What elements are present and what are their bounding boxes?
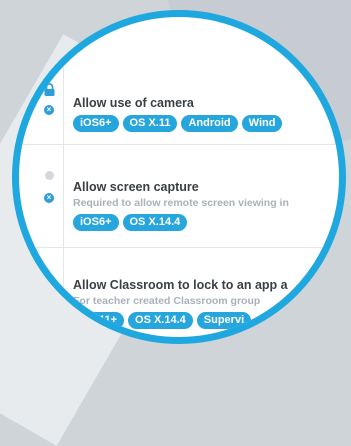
lock-icon — [44, 83, 55, 101]
platform-tags: iOS6+ OS X.14.4 — [73, 214, 289, 231]
restriction-title: Allow use of camera — [73, 96, 194, 110]
platform-tag: Wind — [241, 115, 283, 132]
platform-tag: iOS6+ — [73, 115, 119, 132]
x-circle-icon[interactable]: × — [44, 193, 54, 203]
dot-outline-icon — [45, 278, 55, 288]
row-status-column — [19, 248, 64, 337]
restriction-row-screen-capture: × Allow screen capture Required to allow… — [19, 145, 339, 248]
platform-tag: iOS11+ — [73, 312, 125, 329]
restriction-content: Allow use of camera iOS6+ OS X.11 Androi… — [73, 95, 283, 132]
restriction-title: Allow screen capture — [73, 180, 199, 194]
platform-tag: OS X.14.4 — [128, 312, 193, 329]
magnifier-lens: × Allow use of camera iOS6+ OS X.11 Andr… — [12, 10, 346, 344]
row-status-column: × — [19, 145, 64, 247]
restriction-row-classroom-lock: Allow Classroom to lock to an app a For … — [19, 248, 339, 337]
restriction-title: Allow Classroom to lock to an app a — [73, 278, 288, 292]
platform-tags: iOS6+ OS X.11 Android Wind — [73, 115, 283, 132]
platform-tag: iOS6+ — [73, 214, 119, 231]
platform-tag: Android — [181, 115, 238, 132]
platform-tag: Supervi — [196, 312, 252, 329]
restriction-content: Allow screen capture Required to allow r… — [73, 179, 289, 231]
restriction-description: For teacher created Classroom group — [73, 295, 261, 307]
restriction-row-camera: × Allow use of camera iOS6+ OS X.11 Andr… — [19, 17, 339, 145]
row-status-column: × — [19, 17, 64, 144]
platform-tag: OS X.14.4 — [122, 214, 188, 231]
platform-tag: OS X.11 — [122, 115, 178, 132]
restriction-content: Allow Classroom to lock to an app a For … — [73, 277, 288, 329]
restrictions-list: × Allow use of camera iOS6+ OS X.11 Andr… — [19, 17, 339, 337]
dot-icon — [45, 171, 54, 180]
restriction-description: Required to allow remote screen viewing … — [73, 197, 289, 209]
x-circle-icon[interactable]: × — [44, 105, 54, 115]
platform-tags: iOS11+ OS X.14.4 Supervi — [73, 312, 288, 329]
